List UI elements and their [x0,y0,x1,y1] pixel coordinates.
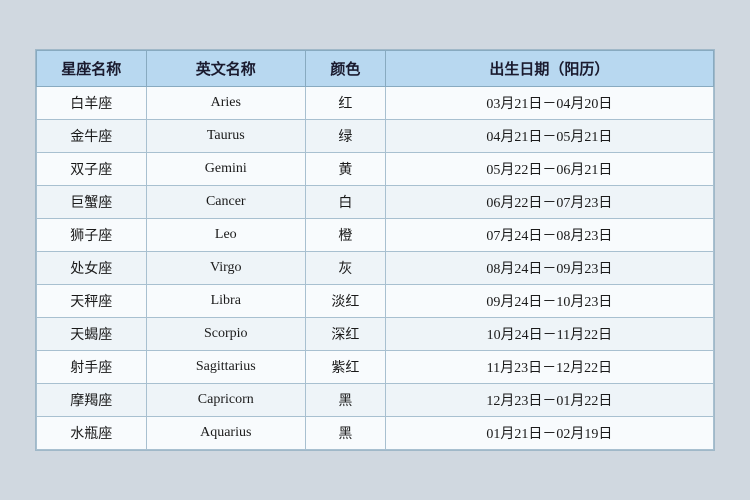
table-row: 天秤座Libra淡红09月24日－10月23日 [37,285,714,318]
table-row: 射手座Sagittarius紫红11月23日－12月22日 [37,351,714,384]
cell-en: Aries [146,87,306,120]
table-row: 处女座Virgo灰08月24日－09月23日 [37,252,714,285]
cell-date: 05月22日－06月21日 [385,153,713,186]
cell-en: Virgo [146,252,306,285]
cell-cn: 天蝎座 [37,318,147,351]
cell-date: 06月22日－07月23日 [385,186,713,219]
cell-date: 07月24日－08月23日 [385,219,713,252]
table-body: 白羊座Aries红03月21日－04月20日金牛座Taurus绿04月21日－0… [37,87,714,450]
cell-en: Aquarius [146,417,306,450]
table-row: 狮子座Leo橙07月24日－08月23日 [37,219,714,252]
cell-cn: 双子座 [37,153,147,186]
cell-cn: 狮子座 [37,219,147,252]
cell-color: 白 [306,186,386,219]
cell-en: Scorpio [146,318,306,351]
header-color: 颜色 [306,51,386,87]
table-row: 水瓶座Aquarius黑01月21日－02月19日 [37,417,714,450]
table-row: 金牛座Taurus绿04月21日－05月21日 [37,120,714,153]
cell-en: Leo [146,219,306,252]
cell-date: 10月24日－11月22日 [385,318,713,351]
cell-color: 深红 [306,318,386,351]
header-en: 英文名称 [146,51,306,87]
header-cn: 星座名称 [37,51,147,87]
zodiac-table: 星座名称 英文名称 颜色 出生日期（阳历） 白羊座Aries红03月21日－04… [36,50,714,450]
cell-date: 01月21日－02月19日 [385,417,713,450]
table-row: 巨蟹座Cancer白06月22日－07月23日 [37,186,714,219]
cell-en: Cancer [146,186,306,219]
zodiac-table-container: 星座名称 英文名称 颜色 出生日期（阳历） 白羊座Aries红03月21日－04… [35,49,715,451]
header-date: 出生日期（阳历） [385,51,713,87]
cell-date: 04月21日－05月21日 [385,120,713,153]
cell-date: 09月24日－10月23日 [385,285,713,318]
table-header-row: 星座名称 英文名称 颜色 出生日期（阳历） [37,51,714,87]
table-row: 白羊座Aries红03月21日－04月20日 [37,87,714,120]
cell-en: Capricorn [146,384,306,417]
cell-cn: 处女座 [37,252,147,285]
cell-color: 红 [306,87,386,120]
table-row: 摩羯座Capricorn黑12月23日－01月22日 [37,384,714,417]
cell-date: 11月23日－12月22日 [385,351,713,384]
cell-color: 黑 [306,384,386,417]
cell-en: Sagittarius [146,351,306,384]
cell-date: 12月23日－01月22日 [385,384,713,417]
cell-cn: 白羊座 [37,87,147,120]
cell-en: Gemini [146,153,306,186]
cell-en: Libra [146,285,306,318]
cell-color: 橙 [306,219,386,252]
cell-cn: 金牛座 [37,120,147,153]
cell-cn: 天秤座 [37,285,147,318]
table-row: 双子座Gemini黄05月22日－06月21日 [37,153,714,186]
cell-date: 08月24日－09月23日 [385,252,713,285]
cell-date: 03月21日－04月20日 [385,87,713,120]
cell-color: 淡红 [306,285,386,318]
cell-en: Taurus [146,120,306,153]
cell-color: 紫红 [306,351,386,384]
table-row: 天蝎座Scorpio深红10月24日－11月22日 [37,318,714,351]
cell-cn: 摩羯座 [37,384,147,417]
cell-cn: 巨蟹座 [37,186,147,219]
cell-color: 黄 [306,153,386,186]
cell-cn: 射手座 [37,351,147,384]
cell-color: 黑 [306,417,386,450]
cell-color: 灰 [306,252,386,285]
cell-color: 绿 [306,120,386,153]
cell-cn: 水瓶座 [37,417,147,450]
